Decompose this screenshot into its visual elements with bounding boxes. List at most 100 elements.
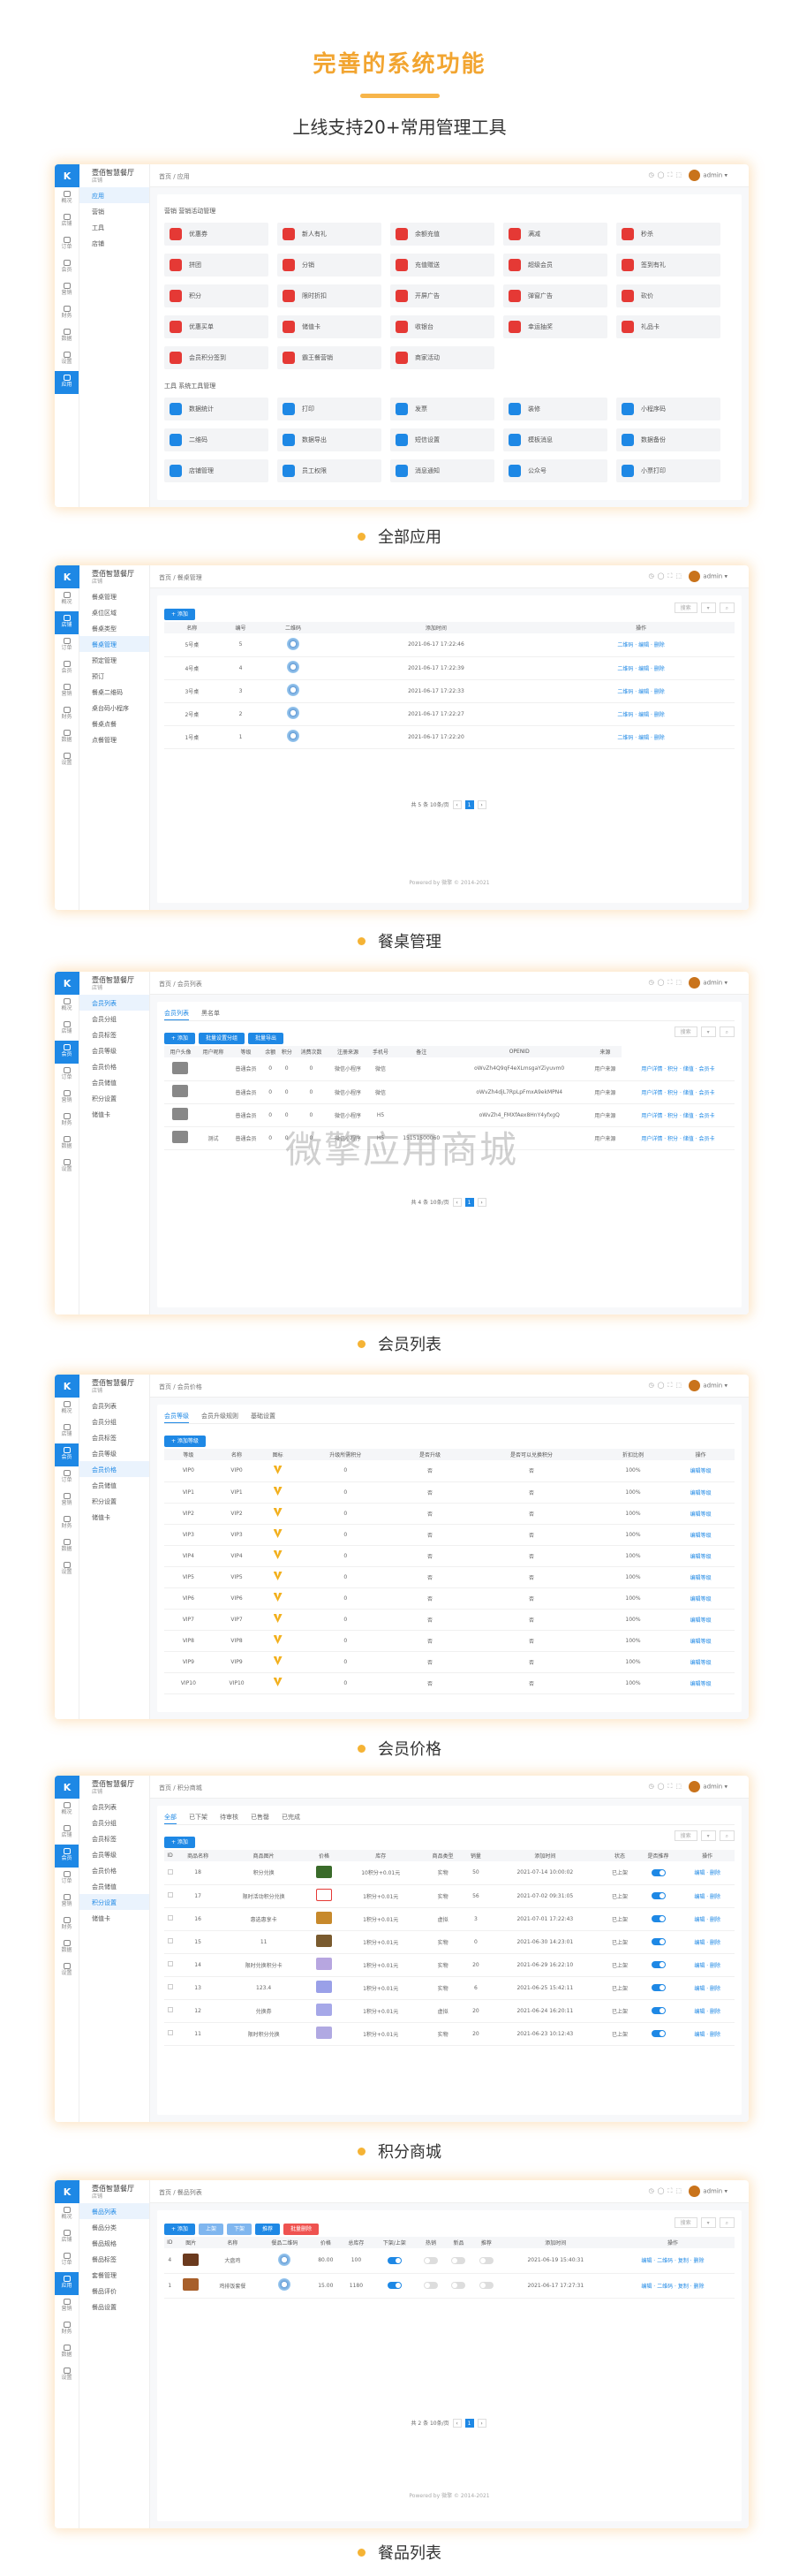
rail-item[interactable]: 财务 — [55, 2318, 79, 2341]
app-tile[interactable]: 余额充值 — [390, 223, 494, 246]
status-toggle[interactable] — [479, 2256, 494, 2264]
sidebar-item[interactable]: 会员储值 — [79, 1477, 149, 1493]
sidebar-item[interactable]: 桌台码小程序 — [79, 700, 149, 716]
app-tile[interactable]: 弹窗广告 — [503, 284, 607, 307]
toolbar-button[interactable]: 批量设置分组 — [198, 1033, 245, 1044]
sidebar-item[interactable]: 会员分组 — [79, 1413, 149, 1429]
search-box[interactable]: 搜索 ▾ ⌕ — [671, 602, 735, 613]
app-tile[interactable]: 店铺管理 — [164, 459, 268, 482]
app-tile[interactable]: 收银台 — [390, 315, 494, 338]
sidebar-item[interactable]: 会员列表 — [79, 1799, 149, 1815]
qr-code-icon[interactable] — [278, 2278, 291, 2291]
sidebar-item[interactable]: 会员列表 — [79, 995, 149, 1011]
app-tile[interactable]: 小程序码 — [616, 398, 720, 420]
rail-item[interactable]: 设置 — [55, 348, 79, 371]
qr-code-icon[interactable] — [286, 637, 299, 650]
tab[interactable]: 会员升级规则 — [201, 1413, 238, 1420]
sidebar-item[interactable]: 会员储值 — [79, 1878, 149, 1894]
sidebar-item[interactable]: 会员分组 — [79, 1011, 149, 1027]
rail-item[interactable]: 店铺 — [55, 2226, 79, 2249]
sidebar-item[interactable]: 储值卡 — [79, 1910, 149, 1926]
rail-item[interactable]: 概况 — [55, 588, 79, 611]
rail-item[interactable]: 订单 — [55, 2249, 79, 2272]
rail-item-members[interactable]: 会员 — [55, 1443, 79, 1466]
user-menu[interactable]: admin ▾ — [689, 1781, 727, 1792]
table-cell[interactable]: 用户详情 · 积分 · 储值 · 会员卡 — [621, 1057, 735, 1081]
row-checkbox[interactable] — [167, 1984, 173, 1989]
qr-code-icon[interactable] — [278, 2253, 291, 2266]
row-checkbox[interactable] — [167, 2007, 173, 2012]
sidebar-item[interactable]: 点餐管理 — [79, 731, 149, 747]
sidebar-item[interactable]: 营销 — [79, 203, 149, 219]
table-cell[interactable]: 编辑 · 删除 — [680, 1976, 735, 2000]
table-cell[interactable]: 编辑等级 — [667, 1672, 735, 1694]
rail-item[interactable]: 设置 — [55, 749, 79, 772]
app-tile[interactable]: 消息通知 — [390, 459, 494, 482]
table-cell[interactable]: 编辑 · 删除 — [680, 1907, 735, 1931]
app-tile[interactable]: 数据导出 — [277, 428, 381, 451]
rail-item[interactable]: 设置 — [55, 1558, 79, 1581]
rail-item[interactable]: 会员 — [55, 256, 79, 279]
sidebar-item[interactable]: 积分设置 — [79, 1894, 149, 1910]
table-cell[interactable]: 二维码 · 编辑 · 删除 — [547, 702, 735, 726]
sidebar-item[interactable]: 会员分组 — [79, 1815, 149, 1830]
app-tile[interactable]: 发票 — [390, 398, 494, 420]
tab[interactable]: 待审核 — [220, 1814, 238, 1821]
rail-item[interactable]: 会员 — [55, 657, 79, 680]
app-tile[interactable]: 优惠券 — [164, 223, 268, 246]
search-box[interactable]: 搜索 ▾ ⌕ — [671, 2217, 735, 2228]
rail-item[interactable]: 店铺 — [55, 1018, 79, 1041]
table-cell[interactable]: 编辑等级 — [667, 1630, 735, 1652]
toolbar-button[interactable]: + 添加 — [164, 2224, 195, 2235]
sidebar-item[interactable]: 会员列表 — [79, 1398, 149, 1413]
status-toggle[interactable] — [424, 2282, 439, 2289]
tab[interactable]: 黑名单 — [201, 1010, 220, 1017]
recommend-toggle[interactable] — [651, 1938, 666, 1945]
app-tile[interactable]: 员工权限 — [277, 459, 381, 482]
rail-item[interactable]: 概况 — [55, 187, 79, 210]
toolbar-icons[interactable]: ◷◯⛶⬚ — [649, 171, 685, 179]
user-menu[interactable]: admin ▾ — [689, 571, 727, 582]
app-tile[interactable]: 签到有礼 — [616, 254, 720, 277]
rail-item[interactable]: 概况 — [55, 2203, 79, 2226]
rail-item-store[interactable]: 店铺 — [55, 611, 79, 634]
row-checkbox[interactable] — [167, 1938, 173, 1943]
sidebar-item[interactable]: 餐桌二维码 — [79, 684, 149, 700]
rail-item[interactable]: 店铺 — [55, 1822, 79, 1845]
table-cell[interactable]: 编辑等级 — [667, 1503, 735, 1525]
sidebar-item[interactable]: 会员等级 — [79, 1042, 149, 1058]
rail-item[interactable]: 设置 — [55, 1959, 79, 1982]
add-button[interactable]: + 添加 — [164, 1837, 195, 1848]
toolbar-button[interactable]: 批量导出 — [247, 1033, 283, 1044]
qr-code-icon[interactable] — [286, 661, 299, 673]
rail-item[interactable]: 营销 — [55, 1087, 79, 1110]
table-cell[interactable]: 用户详情 · 积分 · 储值 · 会员卡 — [621, 1080, 735, 1104]
app-tile[interactable]: 数据统计 — [164, 398, 268, 420]
sidebar-item[interactable]: 桌位区域 — [79, 604, 149, 620]
sidebar-item[interactable]: 储值卡 — [79, 1509, 149, 1525]
table-cell[interactable]: 编辑等级 — [667, 1651, 735, 1673]
app-tile[interactable]: 商家活动 — [390, 346, 494, 369]
toolbar-button[interactable]: 批量删除 — [283, 2224, 319, 2235]
app-tile[interactable]: 满减 — [503, 223, 607, 246]
search-box[interactable]: 搜索 ▾ ⌕ — [671, 1027, 735, 1037]
sidebar-item[interactable]: 会员等级 — [79, 1846, 149, 1862]
table-cell[interactable]: 编辑 · 删除 — [680, 1861, 735, 1885]
tab[interactable]: 全部 — [164, 1814, 177, 1824]
status-toggle[interactable] — [479, 2282, 494, 2289]
tab[interactable]: 基础设置 — [251, 1413, 275, 1420]
app-tile[interactable]: 装修 — [503, 398, 607, 420]
app-tile[interactable]: 二维码 — [164, 428, 268, 451]
rail-item[interactable]: 概况 — [55, 1799, 79, 1822]
status-toggle[interactable] — [387, 2256, 402, 2264]
tab[interactable]: 已售罄 — [251, 1814, 269, 1821]
sidebar-item[interactable]: 餐桌类型 — [79, 620, 149, 636]
row-checkbox[interactable] — [167, 1868, 173, 1875]
row-checkbox[interactable] — [167, 1915, 173, 1921]
rail-item[interactable]: 订单 — [55, 1868, 79, 1890]
sidebar-item[interactable]: 会员标签 — [79, 1830, 149, 1846]
rail-item[interactable]: 概况 — [55, 995, 79, 1018]
rail-item[interactable]: 数据 — [55, 1936, 79, 1959]
pagination[interactable]: 共 2 条 10条/页 ‹ 1 › — [157, 2419, 742, 2428]
toolbar-button[interactable]: 下架 — [226, 2224, 252, 2235]
